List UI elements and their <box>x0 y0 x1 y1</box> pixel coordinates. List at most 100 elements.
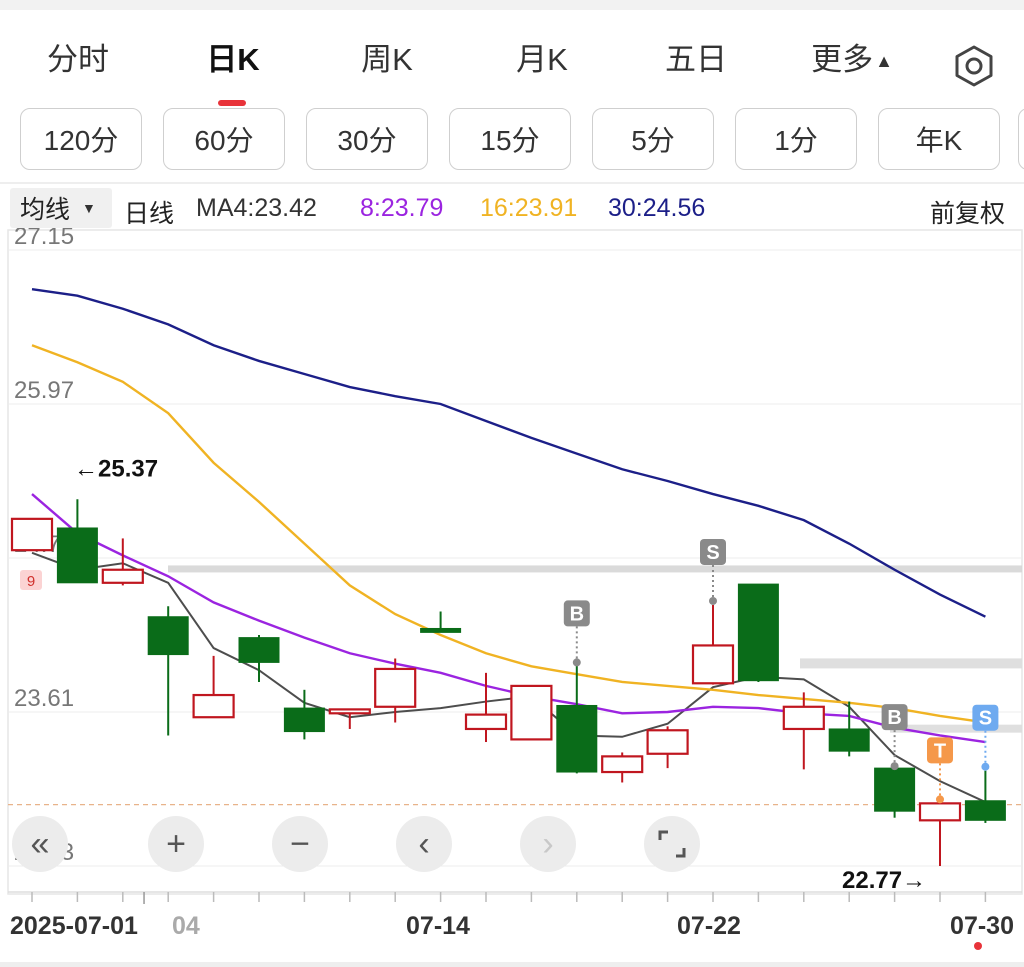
double-chevron-left-icon: « <box>30 824 50 863</box>
x-tick-label: 07-22 <box>677 912 741 940</box>
interval-button[interactable]: 15分 <box>449 108 571 170</box>
tab-period[interactable]: 月K <box>516 34 568 79</box>
marker-dot <box>709 596 717 605</box>
interval-button[interactable]: 年K <box>878 108 1000 170</box>
plot-frame <box>7 229 1023 895</box>
tab-period[interactable]: 周K <box>361 34 413 79</box>
x-tick-label: 07-14 <box>406 912 470 940</box>
candle[interactable] <box>420 611 462 633</box>
candle-body-up <box>691 644 735 685</box>
candle[interactable] <box>601 752 644 783</box>
tab-more[interactable]: 更多 ▲ <box>811 34 893 79</box>
interval-button[interactable]: 60分 <box>163 108 285 170</box>
candle-body-down <box>147 616 189 656</box>
x-tick-label: 2025-07-01 <box>10 912 138 940</box>
x-tick-label: 04 <box>172 912 200 940</box>
ma30-value: 30:24.56 <box>608 194 706 222</box>
candle[interactable] <box>238 635 280 682</box>
y-tick-label: 25.97 <box>14 377 74 404</box>
y-tick-label: 23.61 <box>14 685 74 712</box>
interval-buttons: 120分 60分 30分 15分 5分 1分 年K <box>0 108 1024 172</box>
interval-button-overflow[interactable] <box>1018 108 1024 170</box>
candle[interactable] <box>964 770 1006 823</box>
candle[interactable] <box>56 499 98 584</box>
candle-body-down <box>238 637 280 663</box>
today-dot <box>974 942 982 950</box>
chevron-left-icon: ‹ <box>418 824 430 863</box>
candle[interactable] <box>918 802 962 866</box>
candle[interactable] <box>646 726 689 769</box>
scroll-right-button[interactable]: › <box>520 816 576 872</box>
scroll-left-button[interactable]: ‹ <box>396 816 452 872</box>
interval-button[interactable]: 30分 <box>306 108 428 170</box>
low-price-annotation: 22.77→ <box>842 867 926 894</box>
candle[interactable] <box>782 692 825 770</box>
ma-line-ma4 <box>31 551 986 803</box>
status-strip <box>0 0 1024 10</box>
candle-body-up <box>646 729 689 755</box>
interval-button[interactable]: 5分 <box>592 108 714 170</box>
candle[interactable] <box>874 767 916 818</box>
chevron-down-icon: ▼ <box>82 200 96 216</box>
ma8-value: 8:23.79 <box>360 194 444 222</box>
candle-body-up <box>101 568 144 584</box>
x-tick-label: 07-30 <box>950 912 1014 940</box>
candle[interactable] <box>147 606 189 736</box>
signal-marker-b[interactable]: B <box>563 600 590 667</box>
candle-body-up <box>601 755 644 774</box>
tab-more-label: 更多 <box>811 42 874 77</box>
tab-period[interactable]: 五日 <box>665 34 727 79</box>
candle[interactable] <box>691 604 735 685</box>
candle[interactable] <box>328 708 371 729</box>
candle[interactable] <box>828 701 870 757</box>
settings-icon[interactable] <box>952 44 996 88</box>
line-type-label: 日线 <box>124 200 175 228</box>
candle-body-up <box>192 693 235 719</box>
marker-dot <box>936 795 944 804</box>
interval-button[interactable]: 120分 <box>20 108 142 170</box>
candle[interactable] <box>192 655 235 719</box>
signal-marker-s[interactable]: S <box>972 704 999 771</box>
bottom-divider <box>0 962 1024 967</box>
ma4-value: MA4:23.42 <box>196 194 317 222</box>
chevron-right-icon: › <box>542 824 554 863</box>
interval-button[interactable]: 1分 <box>735 108 857 170</box>
candle-body-up <box>464 713 508 731</box>
marker-label: B <box>570 603 584 625</box>
candle-body-up <box>10 517 54 552</box>
scroll-to-start-button[interactable]: « <box>12 816 68 872</box>
tab-period[interactable]: 分时 <box>47 34 109 79</box>
candle[interactable] <box>556 662 598 774</box>
candle[interactable] <box>283 689 325 740</box>
adjust-mode-label[interactable]: 前复权 <box>930 194 1005 230</box>
candle[interactable] <box>510 684 553 741</box>
high-price-annotation: ←25.37 <box>74 455 158 482</box>
candle-body-up <box>374 667 417 708</box>
tab-period[interactable]: 日K <box>206 34 259 79</box>
candle-body-down <box>283 707 325 733</box>
candle-body-down <box>420 627 462 633</box>
marker-label: S <box>979 708 992 730</box>
nine-badge-label: 9 <box>27 573 35 590</box>
marker-label: S <box>706 542 719 564</box>
resistance-band <box>800 658 1022 669</box>
plus-icon: + <box>166 824 186 863</box>
candle-body-up <box>328 708 371 715</box>
candle[interactable] <box>737 583 779 682</box>
zoom-in-button[interactable]: + <box>148 816 204 872</box>
candle-body-up <box>510 684 553 741</box>
divider <box>0 182 1024 184</box>
marker-label: T <box>934 740 946 762</box>
fullscreen-button[interactable] <box>644 816 700 872</box>
candle-body-down <box>874 767 916 812</box>
candle[interactable] <box>464 672 508 743</box>
marker-dot <box>981 762 990 771</box>
signal-marker-t[interactable]: T <box>927 737 953 804</box>
ma-type-dropdown[interactable]: 均线 ▼ <box>10 188 112 228</box>
ma16-value: 16:23.91 <box>480 194 578 222</box>
nine-turn-badge: 9 <box>20 570 42 590</box>
marker-label: B <box>887 707 901 729</box>
candle-body-down <box>737 583 779 682</box>
candle[interactable] <box>10 517 54 552</box>
zoom-out-button[interactable]: − <box>272 816 328 872</box>
